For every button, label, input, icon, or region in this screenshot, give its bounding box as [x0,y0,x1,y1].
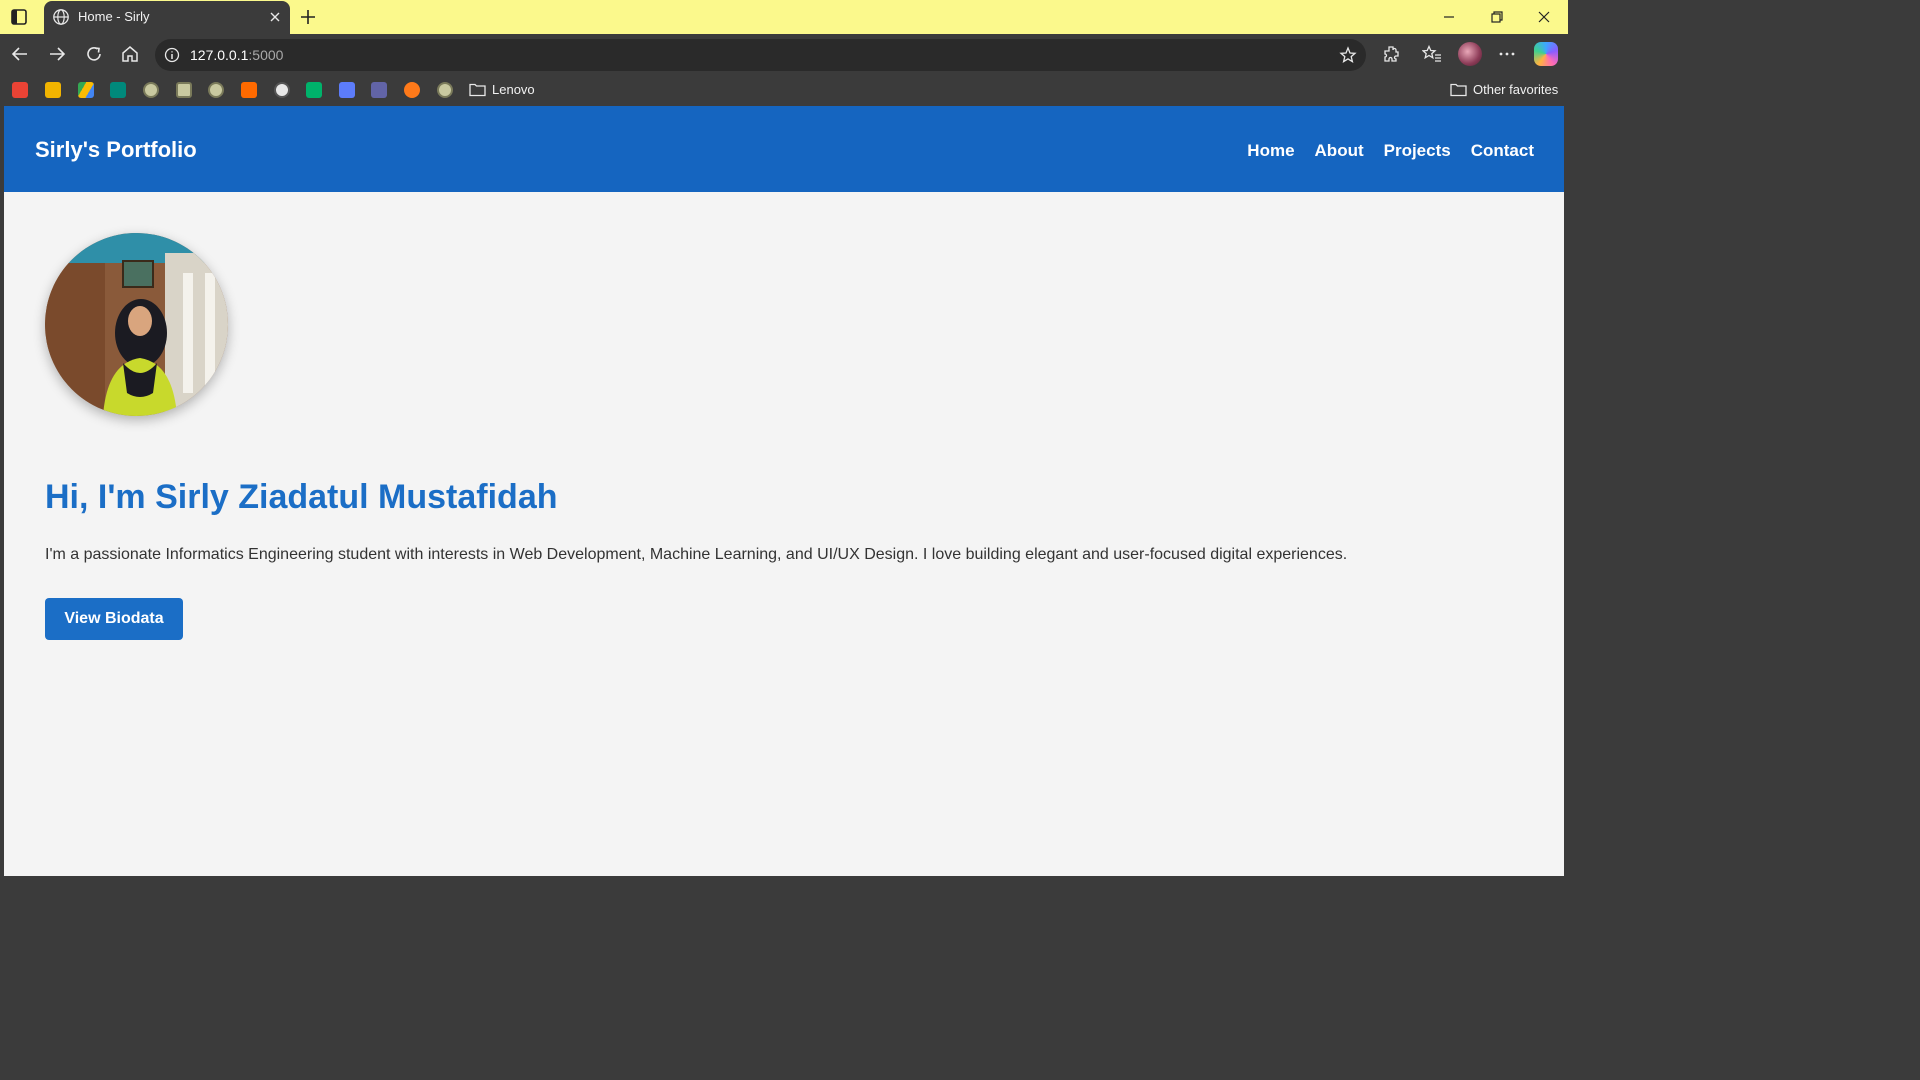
window-bottom-edge [0,876,1568,882]
openai-icon[interactable] [274,82,290,98]
window-titlebar: Home - Sirly [0,0,1568,34]
view-biodata-button[interactable]: View Biodata [45,598,183,640]
refresh-icon[interactable] [84,44,104,64]
close-icon[interactable] [268,10,282,24]
url-text: 127.0.0.1:5000 [190,47,283,63]
nav-contact[interactable]: Contact [1471,141,1534,161]
browser-tab-active[interactable]: Home - Sirly [44,1,290,34]
site-d-icon[interactable] [241,82,257,98]
site-c-icon[interactable] [208,82,224,98]
site-b-icon[interactable] [176,82,192,98]
site-h-icon[interactable] [404,82,420,98]
site-header: Sirly's Portfolio Home About Projects Co… [4,106,1564,192]
home-icon[interactable] [120,44,140,64]
profile-photo [45,233,228,416]
favorites-icon[interactable] [1422,44,1442,64]
classroom-icon[interactable] [45,82,61,98]
more-icon[interactable] [1497,44,1517,64]
extensions-icon[interactable] [1381,44,1401,64]
other-favorites[interactable]: Other favorites [1473,82,1558,97]
browser-toolbar: 127.0.0.1:5000 [0,34,1568,74]
site-a-icon[interactable] [143,82,159,98]
info-icon[interactable] [163,46,181,64]
hero-description: I'm a passionate Informatics Engineering… [45,546,1348,563]
minimize-icon[interactable] [1440,8,1458,26]
hero-title: Hi, I'm Sirly Ziadatul Mustafidah [45,478,558,516]
restore-icon[interactable] [1488,8,1506,26]
address-bar[interactable]: 127.0.0.1:5000 [155,39,1366,71]
site-brand[interactable]: Sirly's Portfolio [35,137,197,163]
sidebar-toggle-icon[interactable] [10,8,28,26]
site-w-icon[interactable] [306,82,322,98]
nav-projects[interactable]: Projects [1384,141,1451,161]
gmail-icon[interactable] [12,82,28,98]
forward-icon[interactable] [47,44,67,64]
page-viewport: Sirly's Portfolio Home About Projects Co… [4,106,1564,876]
star-icon[interactable] [1339,46,1357,64]
favorites-bar: Lenovo Other favorites [0,74,1568,106]
url-host: 127.0.0.1 [190,47,249,63]
profile-avatar[interactable] [1458,42,1482,66]
back-icon[interactable] [10,44,30,64]
new-tab-icon[interactable] [298,7,318,27]
nav-home[interactable]: Home [1247,141,1294,161]
nav-about[interactable]: About [1315,141,1364,161]
close-window-icon[interactable] [1535,8,1553,26]
meet-icon[interactable] [110,82,126,98]
copilot-icon[interactable] [1534,42,1558,66]
tab-title: Home - Sirly [78,9,150,24]
favorites-folder-lenovo[interactable]: Lenovo [492,82,535,97]
forms-icon[interactable] [339,82,355,98]
globe-icon [53,9,69,25]
teams-icon[interactable] [371,82,387,98]
drive-icon[interactable] [78,82,94,98]
site-e-icon[interactable] [437,82,453,98]
folder-icon[interactable] [469,82,486,97]
profile-photo-image [45,233,228,416]
site-nav: Home About Projects Contact [1247,141,1534,161]
url-port: :5000 [248,47,284,63]
other-favorites-folder-icon[interactable] [1450,82,1467,97]
